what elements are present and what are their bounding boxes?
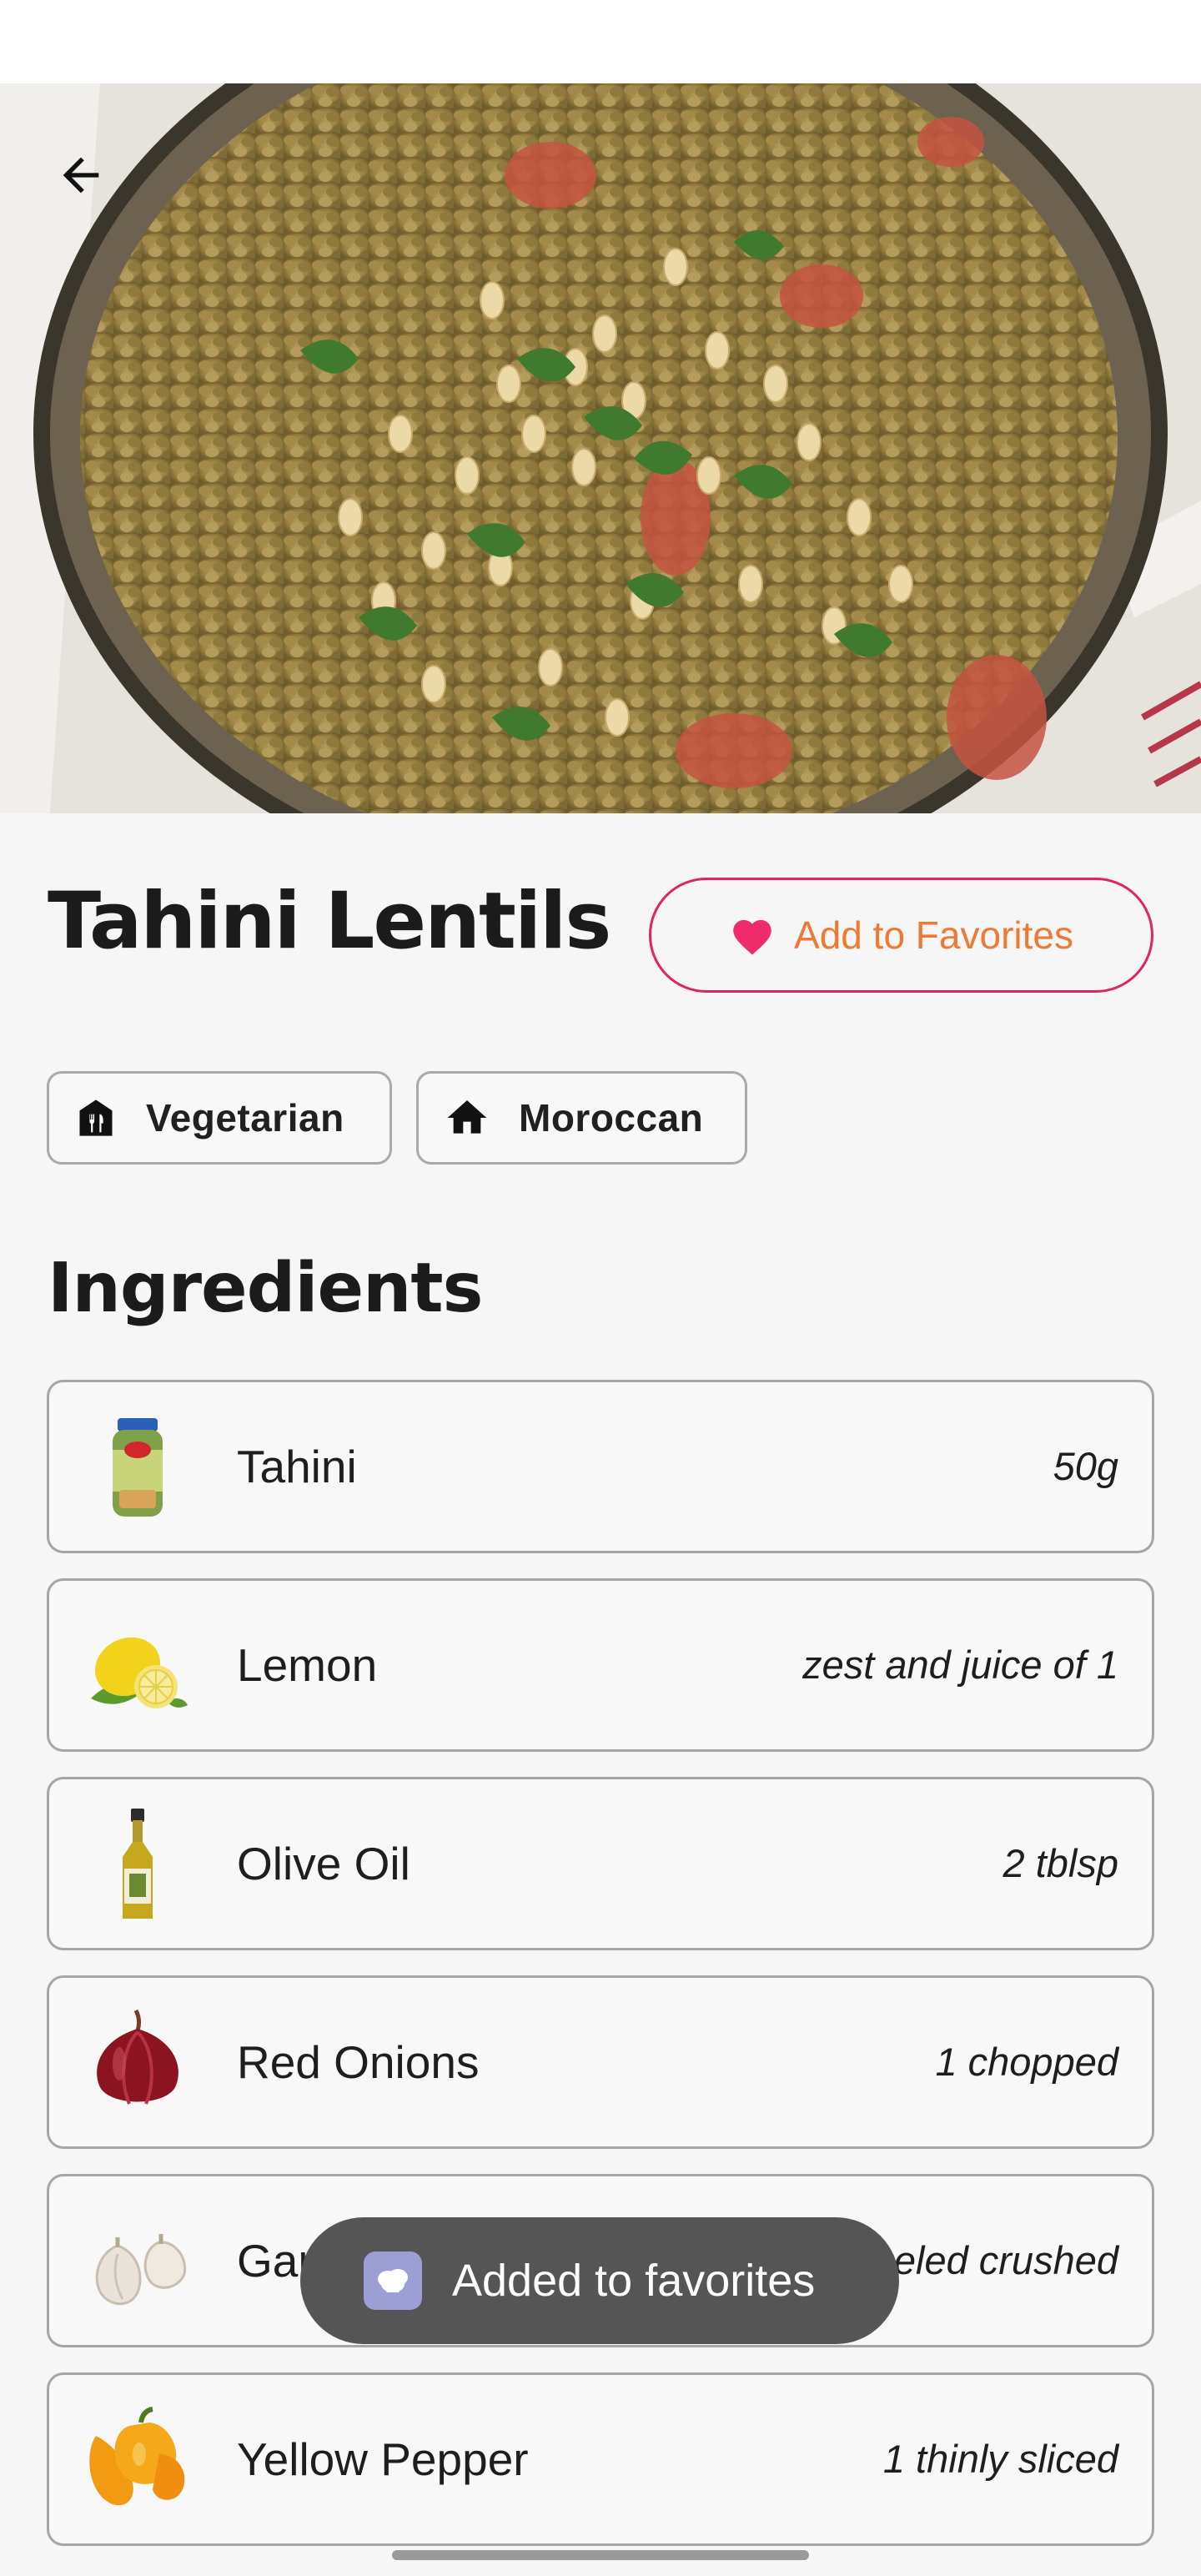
ingredient-card[interactable]: Olive Oil 2 tblsp [47,1777,1154,1950]
home-indicator[interactable] [392,2550,809,2560]
ingredient-name: Lemon [237,1639,378,1691]
yellow-pepper-icon [89,2407,185,2506]
ingredients-list: Tahini 50g Lemon zest and juice of 1 Oli… [47,1380,1154,2571]
tahini-jar-icon [113,1418,163,1517]
ingredient-quantity: 1 thinly sliced [882,2437,1118,2481]
ingredient-card[interactable]: Lemon zest and juice of 1 [47,1578,1154,1752]
heart-icon [733,919,771,955]
vegetarian-restaurant-icon [79,1099,113,1136]
tag-label: Moroccan [519,1096,704,1140]
toast-message: Added to favorites [452,2256,816,2306]
ingredient-name: Yellow Pepper [237,2433,529,2485]
arrow-left-icon [63,157,99,194]
ingredient-name: Red Onions [237,2036,480,2088]
added-to-favorites-toast: Added to favorites [300,2217,899,2344]
ingredient-card[interactable]: Tahini 50g [47,1380,1154,1553]
lemon-icon [91,1637,188,1708]
ingredient-quantity: 1 chopped [935,2040,1118,2084]
red-onion-icon [97,2009,178,2105]
tag-label: Vegetarian [146,1096,344,1140]
recipe-hero-image [0,83,1201,813]
ingredient-quantity: 50g [1053,1444,1118,1488]
add-to-favorites-label: Add to Favorites [794,913,1073,957]
garlic-icon [95,2234,187,2306]
add-to-favorites-button[interactable]: Add to Favorites [649,878,1153,993]
ingredient-quantity: zest and juice of 1 [802,1643,1118,1687]
recipe-title: Tahini Lentils [48,876,611,967]
ingredient-name: Tahini [237,1441,357,1492]
olive-oil-bottle-icon [123,1809,153,1919]
tag-chip-moroccan[interactable]: Moroccan [416,1071,747,1165]
app-icon [364,2251,422,2310]
ingredient-card[interactable]: Red Onions 1 chopped [47,1975,1154,2149]
home-icon [447,1100,487,1134]
ingredients-heading: Ingredients [48,1249,483,1328]
ingredient-quantity: 2 tblsp [1003,1841,1118,1885]
tag-chip-vegetarian[interactable]: Vegetarian [47,1071,392,1165]
ingredient-name: Olive Oil [237,1838,410,1889]
ingredient-card[interactable]: Yellow Pepper 1 thinly sliced [47,2372,1154,2546]
status-bar [0,0,1201,83]
back-button[interactable] [46,140,116,210]
